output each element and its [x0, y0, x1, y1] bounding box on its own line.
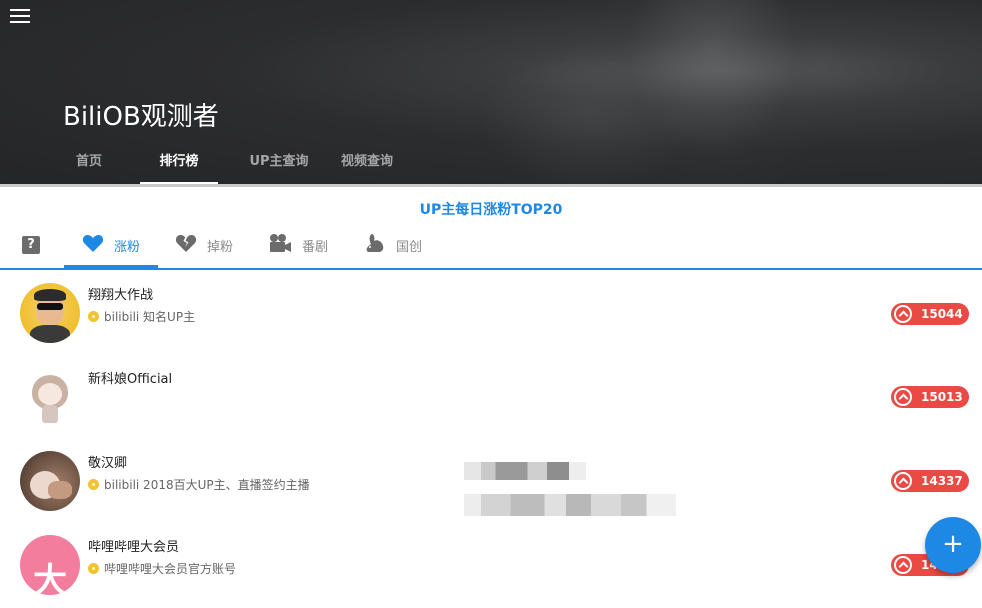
verified-icon [88, 311, 99, 322]
list-item[interactable]: 大 哔哩哔哩大会员 哔哩哔哩大会员官方账号 14... [0, 524, 982, 608]
verified-text: 哔哩哔哩大会员官方账号 [104, 562, 237, 576]
app-header: BiliOB观测者 首页 排行榜 UP主查询 视频查询 [0, 0, 982, 186]
app-title: BiliOB观测者 [63, 102, 219, 132]
verified-info: bilibili 知名UP主 [88, 308, 195, 325]
header-divider [0, 184, 982, 187]
tab-bangumi[interactable]: 番剧 [268, 222, 338, 268]
section-title: UP主每日涨粉TOP20 [419, 202, 563, 218]
avatar[interactable]: 大 [20, 535, 80, 595]
avatar[interactable] [20, 367, 80, 427]
nav-tab-home[interactable]: 首页 [58, 148, 120, 184]
tab-fans-loss[interactable]: 掉粉 [175, 222, 245, 268]
verified-text: bilibili 知名UP主 [104, 310, 196, 324]
tab-help[interactable]: ? [22, 222, 52, 268]
fans-gain-badge[interactable]: 15044 [891, 303, 969, 325]
avatar[interactable] [20, 451, 80, 511]
nav-tab-label: 排行榜 [159, 154, 199, 169]
blurred-region [464, 494, 676, 516]
up-name[interactable]: 哔哩哔哩大会员 [88, 536, 179, 555]
heart-icon [82, 233, 104, 257]
video-camera-icon [268, 233, 292, 257]
fans-gain-badge[interactable]: 15013 [891, 386, 969, 408]
nav-tab-label: 首页 [75, 154, 102, 169]
nav-tab-label: UP主查询 [249, 154, 309, 169]
arrow-up-icon [894, 388, 912, 406]
tab-label: 番剧 [302, 239, 329, 255]
verified-icon [88, 563, 99, 574]
rabbit-icon [364, 233, 386, 257]
tab-label: 涨粉 [114, 239, 141, 255]
tabs-divider [0, 268, 982, 270]
tab-label: 掉粉 [207, 239, 234, 255]
nav-tab-up-search[interactable]: UP主查询 [236, 148, 322, 184]
add-fab-button[interactable]: + [925, 517, 981, 573]
avatar[interactable] [20, 283, 80, 343]
tab-guochuang[interactable]: 国创 [364, 222, 434, 268]
fans-gain-value: 14337 [921, 474, 963, 488]
help-icon: ? [22, 236, 40, 254]
fans-gain-value: 15013 [921, 390, 963, 404]
nav-tab-ranking[interactable]: 排行榜 [140, 148, 218, 184]
nav-tab-video-search[interactable]: 视频查询 [328, 148, 406, 184]
broken-heart-icon [175, 233, 197, 257]
up-name[interactable]: 敬汉卿 [88, 452, 127, 471]
menu-icon[interactable] [10, 9, 30, 25]
tab-fans-gain[interactable]: 涨粉 [64, 222, 158, 268]
plus-icon: + [942, 529, 964, 559]
list-item[interactable]: 翔翔大作战 bilibili 知名UP主 15044 [0, 272, 982, 356]
arrow-up-icon [894, 472, 912, 490]
nav-tab-label: 视频查询 [340, 154, 393, 169]
arrow-up-icon [894, 556, 912, 574]
verified-text: bilibili 2018百大UP主、直播签约主播 [104, 478, 310, 492]
up-name[interactable]: 新科娘Official [88, 368, 172, 387]
list-item[interactable]: 新科娘Official 15013 [0, 356, 982, 440]
fans-gain-value: 15044 [921, 307, 963, 321]
category-tabs: ? 涨粉 掉粉 番剧 国创 [0, 222, 982, 270]
fans-gain-badge[interactable]: 14337 [891, 470, 969, 492]
blurred-region [464, 462, 586, 480]
up-name[interactable]: 翔翔大作战 [88, 284, 153, 303]
tab-label: 国创 [396, 239, 423, 255]
verified-info: bilibili 2018百大UP主、直播签约主播 [88, 476, 310, 493]
verified-info: 哔哩哔哩大会员官方账号 [88, 560, 236, 577]
arrow-up-icon [894, 305, 912, 323]
verified-icon [88, 479, 99, 490]
